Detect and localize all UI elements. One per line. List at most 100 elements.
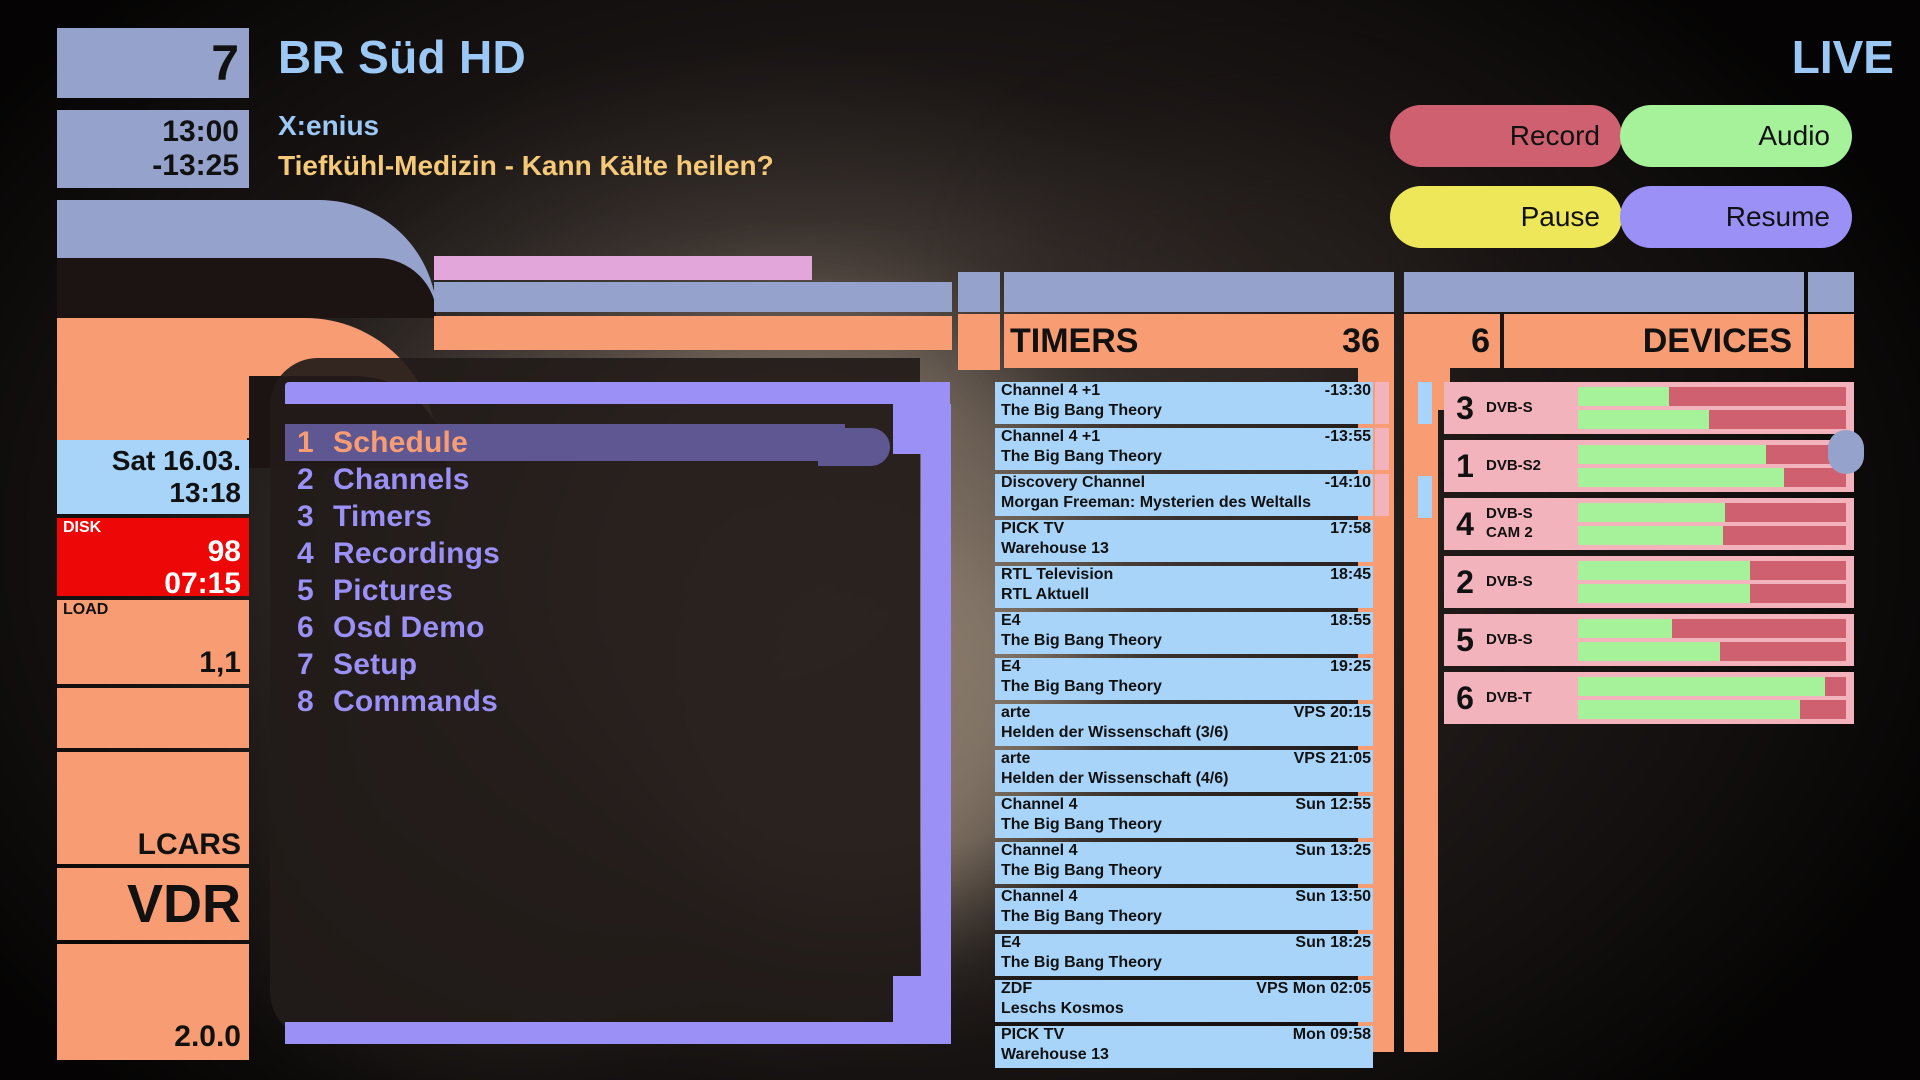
timer-title: RTL Aktuell [1001,586,1090,603]
menu-item-number: 2 [297,462,314,496]
top-bar-pink [434,256,812,280]
device-type: DVB-T [1486,688,1532,706]
timer-title: Helden der Wissenschaft (4/6) [1001,770,1229,787]
menu-item-osd-demo[interactable]: 6 Osd Demo [285,609,845,646]
device-cam: CAM 2 [1486,524,1533,541]
timer-row[interactable]: E4 Sun 18:25 The Big Bang Theory [995,934,1383,976]
device-info: DVB-T [1486,689,1578,708]
menu-item-commands[interactable]: 8 Commands [285,683,845,720]
timer-time: Mon 09:58 [1292,1026,1371,1043]
device-info: DVB-S2 [1486,457,1578,476]
device-quality-bar [1578,526,1846,545]
lcars-osd: 7 13:00 -13:25 BR Süd HD LIVE X:enius Ti… [0,0,1920,1080]
channel-time-box: 13:00 -13:25 [57,110,249,188]
device-quality-bar-fill [1578,700,1801,719]
menu-item-timers[interactable]: 3 Timers [285,498,845,535]
timer-channel: Channel 4 +1 [1001,382,1101,399]
menu-item-number: 6 [297,610,314,644]
status-load: LOAD 1,1 [57,600,249,684]
program-title: X:enius [278,110,380,141]
device-row[interactable]: 2 DVB-S [1444,556,1854,608]
device-row[interactable]: 4 DVB-S CAM 2 [1444,498,1854,550]
menu-item-setup[interactable]: 7 Setup [285,646,845,683]
device-quality-bar [1578,642,1846,661]
audio-button[interactable]: Audio [1620,105,1852,167]
status-spacer-1 [57,688,249,748]
device-signal-bar [1578,445,1846,464]
timer-title: The Big Bang Theory [1001,908,1162,925]
timer-time: -14:10 [1324,474,1371,491]
timer-time: 17:58 [1330,520,1371,537]
disk-percent: 98 [207,535,241,568]
timer-row[interactable]: RTL Television 18:45 RTL Aktuell [995,566,1383,608]
status-datetime: Sat 16.03. 13:18 [57,440,249,514]
device-quality-bar-fill [1578,468,1785,487]
menu-item-channels[interactable]: 2 Channels [285,461,845,498]
devices-list: 3 DVB-S 1 DVB-S2 4 DVB-S CAM 2 2 DVB-S 5 DVB-S 6 DVB… [1444,382,1854,730]
disk-label: DISK [63,519,102,536]
timer-row[interactable]: Channel 4 Sun 13:25 The Big Bang Theory [995,842,1383,884]
device-type: DVB-S2 [1486,456,1542,474]
device-signal-bar [1578,619,1846,638]
left-elbow-upper-bar [57,200,249,258]
timer-time: Sun 18:25 [1295,934,1371,951]
device-row[interactable]: 1 DVB-S2 [1444,440,1854,492]
top-bar-1 [434,282,952,312]
device-signal-bar-fill [1578,387,1670,406]
timer-title: The Big Bang Theory [1001,632,1162,649]
device-row[interactable]: 6 DVB-T [1444,672,1854,724]
device-signal-bar-fill [1578,677,1825,696]
top-bar-3 [1004,272,1394,312]
device-row[interactable]: 5 DVB-S [1444,614,1854,666]
timer-row[interactable]: Channel 4 Sun 12:55 The Big Bang Theory [995,796,1383,838]
status-disk: DISK 98 07:15 [57,518,249,600]
menu-item-number: 1 [297,425,314,459]
device-active-marker [1418,476,1432,518]
resume-button[interactable]: Resume [1620,186,1852,248]
device-quality-bar [1578,468,1846,487]
menu-item-schedule[interactable]: 1 Schedule [285,424,845,461]
timer-row[interactable]: arte VPS 21:05 Helden der Wissenschaft (4/… [995,750,1383,792]
timer-row[interactable]: PICK TV Mon 09:58 Warehouse 13 [995,1026,1383,1068]
timer-row[interactable]: E4 19:25 The Big Bang Theory [995,658,1383,700]
timer-row[interactable]: Channel 4 +1 -13:30 The Big Bang Theory [995,382,1389,424]
timer-row[interactable]: Channel 4 Sun 13:50 The Big Bang Theory [995,888,1383,930]
disk-free: 07:15 [164,567,241,601]
timer-channel: E4 [1001,658,1021,675]
status-time: 13:18 [169,477,241,508]
menu-item-pictures[interactable]: 5 Pictures [285,572,845,609]
timer-row[interactable]: arte VPS 20:15 Helden der Wissenschaft (3/… [995,704,1383,746]
device-number: 5 [1456,621,1474,658]
timer-title: The Big Bang Theory [1001,402,1162,419]
menu-item-label: Timers [333,499,433,533]
device-type: DVB-S [1486,630,1533,648]
menu-item-recordings[interactable]: 4 Recordings [285,535,845,572]
timer-time: 18:45 [1330,566,1371,583]
device-bars [1578,445,1854,487]
timer-row[interactable]: PICK TV 17:58 Warehouse 13 [995,520,1383,562]
devices-side-bullet [1828,430,1864,474]
pause-button[interactable]: Pause [1390,186,1622,248]
timer-recording-flag-icon [1375,428,1389,470]
record-button[interactable]: Record [1390,105,1622,167]
timer-row[interactable]: Channel 4 +1 -13:55 The Big Bang Theory [995,428,1389,470]
timer-row[interactable]: ZDF VPS Mon 02:05 Leschs Kosmos [995,980,1383,1022]
timer-row[interactable]: E4 18:55 The Big Bang Theory [995,612,1383,654]
devices-elbow-vertical [1404,368,1438,1052]
device-number: 3 [1456,389,1474,426]
device-info: DVB-S CAM 2 [1486,505,1578,543]
timer-channel: Discovery Channel [1001,474,1146,491]
timer-time: -13:55 [1324,428,1371,445]
left-column-block [57,318,249,438]
device-signal-bar-fill [1578,445,1766,464]
timer-row[interactable]: Discovery Channel -14:10 Morgan Freeman: M… [995,474,1389,516]
timer-recording-flag-icon [1375,382,1389,424]
timer-time: VPS 21:05 [1293,750,1371,767]
device-row[interactable]: 3 DVB-S [1444,382,1854,434]
left-elbow-upper-cutout [57,258,437,318]
brand-vdr: VDR [57,868,249,940]
device-info: DVB-S [1486,631,1578,650]
timer-time: VPS Mon 02:05 [1256,980,1371,997]
timer-channel: PICK TV [1001,1026,1065,1043]
device-quality-bar-fill [1578,642,1721,661]
